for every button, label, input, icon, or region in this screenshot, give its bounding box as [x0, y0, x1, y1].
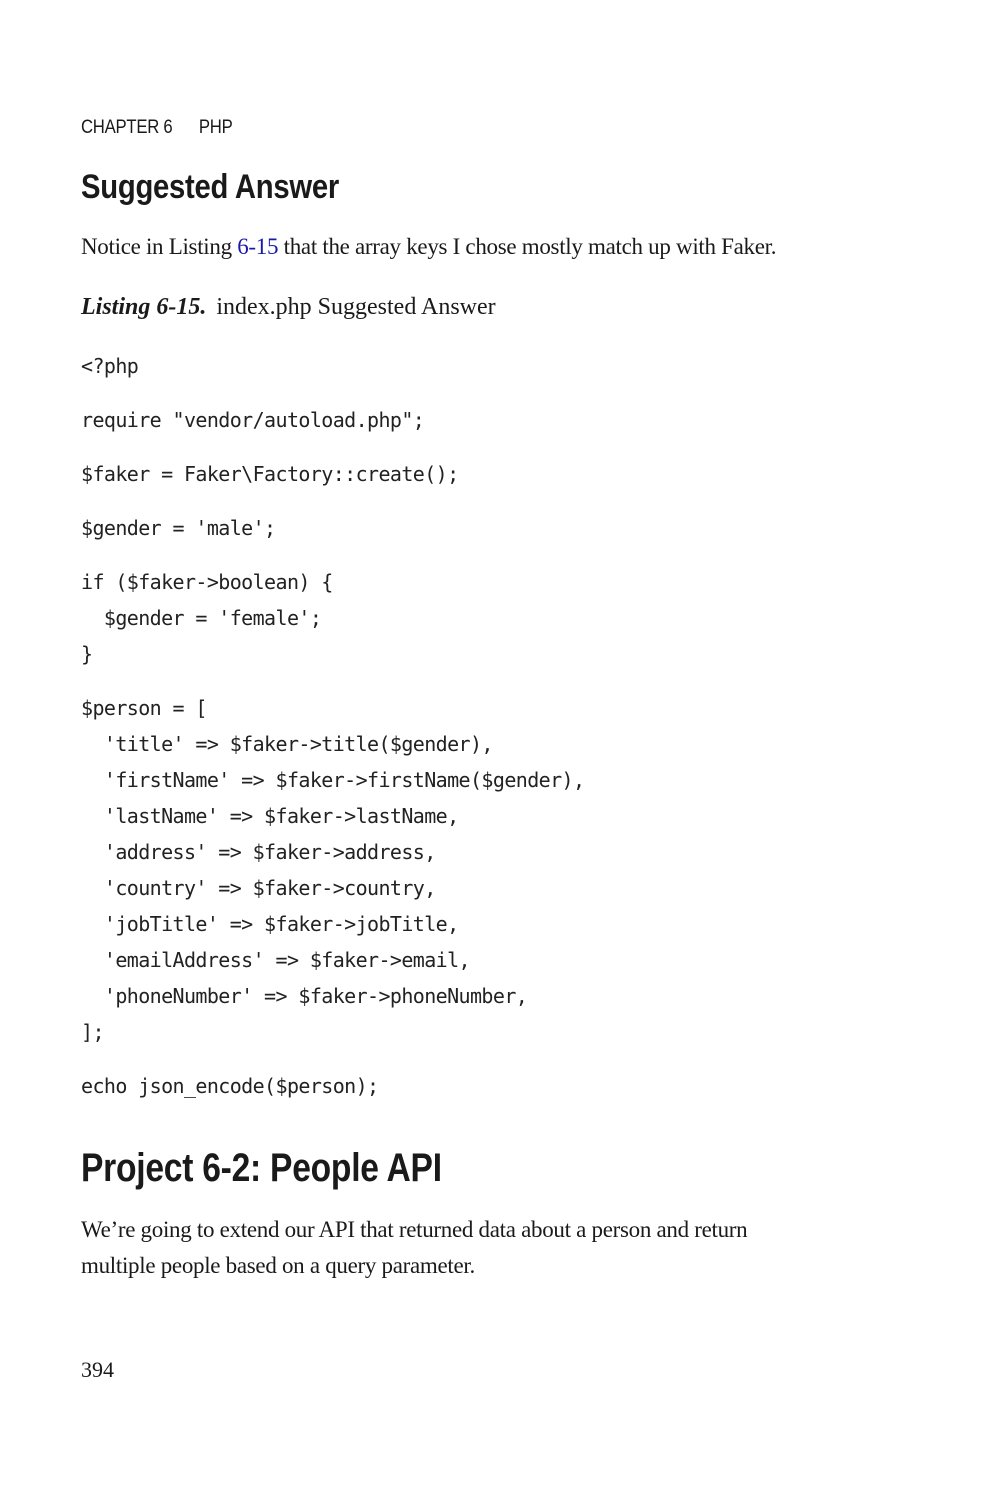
project-heading: Project 6-2: People API [81, 1146, 442, 1190]
intro-text: Notice in Listing [81, 234, 238, 259]
chapter-label: CHAPTER 6 [81, 117, 173, 138]
project-paragraph: We’re going to extend our API that retur… [81, 1217, 748, 1278]
code-line-php-open: <?php [81, 354, 139, 378]
listing-label: Listing 6-15. [81, 294, 207, 320]
code-block-person: $person = [ 'title' => $faker->title($ge… [81, 696, 585, 1044]
listing-caption: Listing 6-15. index.php Suggested Answer [81, 294, 496, 321]
listing-link[interactable]: 6-15 [237, 234, 278, 259]
listing-caption-text: index.php Suggested Answer [216, 294, 496, 320]
code-line-faker: $faker = Faker\Factory::create(); [81, 462, 459, 486]
running-head: CHAPTER 6 PHP [81, 117, 233, 139]
page-number: 394 [81, 1357, 114, 1382]
code-line-gender: $gender = 'male'; [81, 516, 276, 540]
code-line-echo: echo json_encode($person); [81, 1074, 379, 1098]
intro-text-rest: that the array keys I chose mostly match… [278, 234, 777, 259]
intro-paragraph: Notice in Listing 6-15 that the array ke… [81, 229, 901, 265]
chapter-title: PHP [198, 117, 233, 138]
code-block-if: if ($faker->boolean) { $gender = 'female… [81, 570, 333, 666]
section-heading: Suggested Answer [81, 168, 340, 206]
code-line-require: require "vendor/autoload.php"; [81, 408, 425, 432]
